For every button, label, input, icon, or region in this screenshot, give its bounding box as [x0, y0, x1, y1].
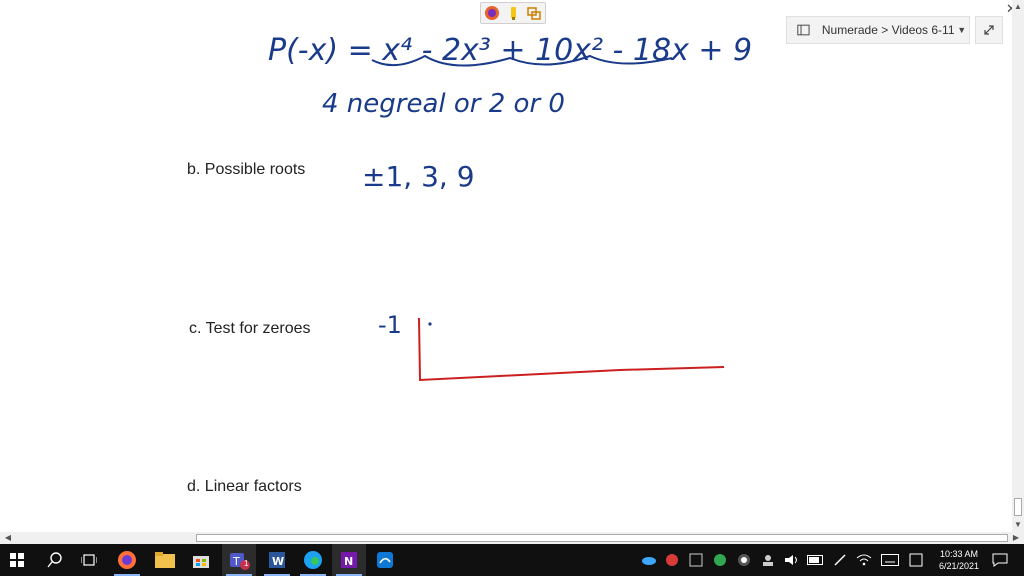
label-linear-factors: d. Linear factors: [187, 478, 302, 495]
svg-text:T: T: [232, 555, 240, 568]
search-button[interactable]: [38, 544, 72, 576]
touch-keyboard-icon[interactable]: [880, 544, 900, 576]
scroll-left-icon[interactable]: ◀: [2, 533, 14, 542]
horizontal-scrollbar[interactable]: ◀ ▶: [0, 532, 1024, 544]
taskbar-word[interactable]: W: [260, 544, 294, 576]
handwritten-test-value: -1: [378, 311, 402, 339]
taskbar-whiteboard[interactable]: [368, 544, 402, 576]
svg-text:W: W: [272, 555, 284, 568]
tray-app-icon[interactable]: [662, 544, 682, 576]
notifications-icon[interactable]: [990, 544, 1010, 576]
label-test-zeroes: c. Test for zeroes: [189, 320, 311, 337]
horizontal-scroll-thumb[interactable]: [196, 534, 1008, 542]
svg-text:N: N: [344, 555, 353, 568]
taskbar-store[interactable]: [184, 544, 218, 576]
teams-notification-badge: 1: [244, 559, 249, 568]
windows-taskbar: T 1 W N: [0, 544, 1024, 576]
taskbar-file-explorer[interactable]: [148, 544, 182, 576]
scroll-right-icon[interactable]: ▶: [1010, 533, 1022, 542]
tray-sync-icon[interactable]: [710, 544, 730, 576]
label-possible-roots: b. Possible roots: [187, 161, 306, 178]
onenote-page[interactable]: Numerade > Videos 6-11 ▼ ✕ P(-x) = x⁴ - …: [0, 0, 1017, 532]
folder-icon: [155, 552, 175, 568]
start-button[interactable]: [0, 544, 34, 576]
task-view-button[interactable]: [72, 544, 106, 576]
vertical-scrollbar[interactable]: ▲ ▼: [1012, 0, 1024, 532]
system-clock[interactable]: 10:33 AM 6/21/2021: [930, 548, 988, 572]
battery-icon[interactable]: [806, 544, 826, 576]
scroll-down-icon[interactable]: ▼: [1012, 520, 1024, 529]
ink-canvas[interactable]: P(-x) = x⁴ - 2x³ + 10x² - 18x + 9 4 negr…: [0, 0, 1012, 532]
handwritten-equation: P(-x) = x⁴ - 2x³ + 10x² - 18x + 9: [268, 33, 752, 68]
handwritten-roots: ±1, 3, 9: [362, 160, 475, 193]
input-method-icon[interactable]: [906, 544, 926, 576]
taskbar-onenote[interactable]: N: [332, 544, 366, 576]
scroll-up-icon[interactable]: ▲: [1012, 2, 1024, 11]
taskbar-edge[interactable]: [296, 544, 330, 576]
tray-people-icon[interactable]: [758, 544, 778, 576]
store-bag-icon: [193, 556, 209, 568]
handwritten-note: 4 negreal or 2 or 0: [322, 89, 565, 119]
taskbar-firefox[interactable]: [110, 544, 144, 576]
windows-logo-icon: [10, 553, 24, 567]
clock-time: 10:33 AM: [939, 549, 979, 559]
ink-dot: [428, 322, 432, 326]
onedrive-icon[interactable]: [638, 544, 658, 576]
wifi-icon[interactable]: [854, 544, 874, 576]
edge-icon: [304, 551, 322, 569]
synthetic-division-bracket: [418, 317, 725, 382]
clock-date: 6/21/2021: [938, 561, 980, 571]
search-icon: [47, 552, 62, 568]
tray-nvidia-icon[interactable]: [686, 544, 706, 576]
word-icon: W: [269, 552, 285, 568]
task-view-icon: [81, 554, 97, 566]
whiteboard-icon: [377, 552, 393, 568]
taskbar-teams[interactable]: T 1: [222, 544, 256, 576]
volume-icon[interactable]: [782, 544, 802, 576]
firefox-icon: [118, 551, 136, 569]
vertical-scroll-thumb[interactable]: [1014, 498, 1022, 516]
onenote-icon: N: [341, 552, 357, 568]
tray-record-icon[interactable]: [734, 544, 754, 576]
pen-icon[interactable]: [830, 544, 850, 576]
